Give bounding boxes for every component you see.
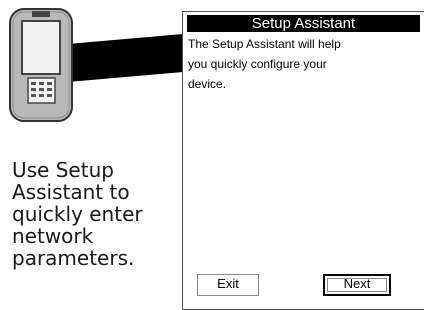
handheld-device-icon [9, 8, 73, 122]
next-button[interactable]: Next [323, 274, 391, 296]
instructions-line: you quickly configure your [188, 57, 327, 71]
callout-pointer [68, 34, 183, 82]
caption-line: Assistant to [12, 180, 130, 204]
caption-line: parameters. [12, 246, 135, 270]
instructions-text: The Setup Assistant will help you quickl… [188, 34, 418, 94]
caption-line: network [12, 224, 94, 248]
device-screen: Setup Assistant The Setup Assistant will… [182, 11, 424, 310]
window-title: Setup Assistant [187, 15, 420, 32]
exit-button[interactable]: Exit [197, 274, 259, 296]
caption-text: Use Setup Assistant to quickly enter net… [12, 159, 172, 269]
caption-line: quickly enter [12, 202, 143, 226]
instructions-line: device. [188, 77, 227, 91]
next-button-label: Next [343, 276, 371, 291]
instructions-line: The Setup Assistant will help [188, 37, 341, 51]
caption-line: Use Setup [12, 158, 114, 182]
